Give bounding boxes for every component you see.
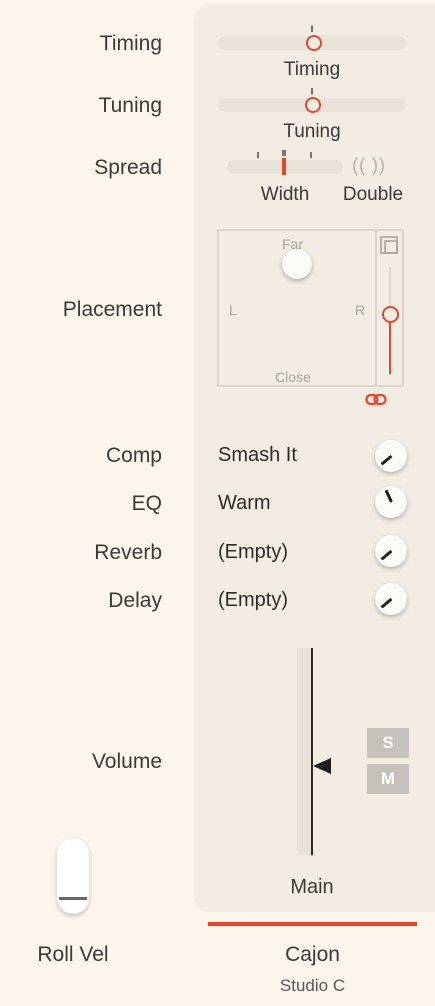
- width-label: Width: [260, 184, 310, 205]
- delay-label: Delay: [108, 589, 162, 612]
- volume-label: Volume: [91, 750, 162, 773]
- instrument-name[interactable]: Cajon: [208, 943, 417, 967]
- placement-position-handle[interactable]: [282, 249, 312, 279]
- reverb-label: Reverb: [94, 541, 162, 564]
- roll-vel-slider[interactable]: [57, 838, 89, 914]
- delay-knob[interactable]: [375, 583, 407, 615]
- selected-channel-indicator: [208, 922, 417, 926]
- placement-close-label: Close: [275, 369, 311, 385]
- eq-knob[interactable]: [375, 486, 407, 518]
- link-icon[interactable]: [365, 393, 387, 412]
- roll-vel-label: Roll Vel: [37, 943, 109, 966]
- tuning-label: Tuning: [98, 94, 162, 117]
- placement-left-label: L: [229, 302, 237, 318]
- volume-meter-line: [311, 648, 313, 855]
- placement-right-label: R: [355, 302, 366, 318]
- comp-label: Comp: [105, 444, 162, 467]
- comp-preset[interactable]: Smash It: [218, 444, 297, 467]
- timing-slider-label: Timing: [283, 59, 341, 80]
- width-tick-right: [310, 152, 312, 158]
- reverb-preset[interactable]: (Empty): [218, 541, 288, 564]
- solo-button[interactable]: S: [367, 728, 409, 758]
- timing-center-tick: [311, 26, 313, 32]
- timing-label: Timing: [99, 32, 162, 55]
- output-label[interactable]: Main: [262, 876, 362, 899]
- expand-icon[interactable]: [380, 236, 398, 259]
- eq-label: EQ: [131, 492, 162, 515]
- roll-vel-level: [59, 897, 87, 900]
- depth-slider-handle[interactable]: [382, 306, 399, 323]
- double-icon[interactable]: (( )): [352, 155, 386, 176]
- delay-preset[interactable]: (Empty): [218, 589, 288, 612]
- comp-knob[interactable]: [375, 440, 407, 472]
- timing-slider-handle[interactable]: [306, 35, 322, 51]
- width-center-tick: [282, 150, 286, 156]
- tuning-center-tick: [311, 88, 313, 94]
- reverb-knob[interactable]: [375, 535, 407, 567]
- depth-slider-fill: [389, 320, 391, 374]
- placement-label: Placement: [62, 298, 162, 321]
- instrument-room: Studio C: [279, 976, 346, 995]
- width-tick-left: [257, 152, 259, 158]
- tuning-slider-handle[interactable]: [305, 97, 321, 113]
- volume-fader-handle[interactable]: [313, 758, 331, 774]
- width-slider-handle[interactable]: [282, 158, 286, 175]
- placement-divider: [375, 231, 377, 385]
- double-label: Double: [342, 184, 404, 205]
- spread-label: Spread: [94, 156, 162, 179]
- tuning-slider-label: Tuning: [283, 121, 341, 142]
- eq-preset[interactable]: Warm: [218, 492, 271, 515]
- mute-button[interactable]: M: [367, 764, 409, 794]
